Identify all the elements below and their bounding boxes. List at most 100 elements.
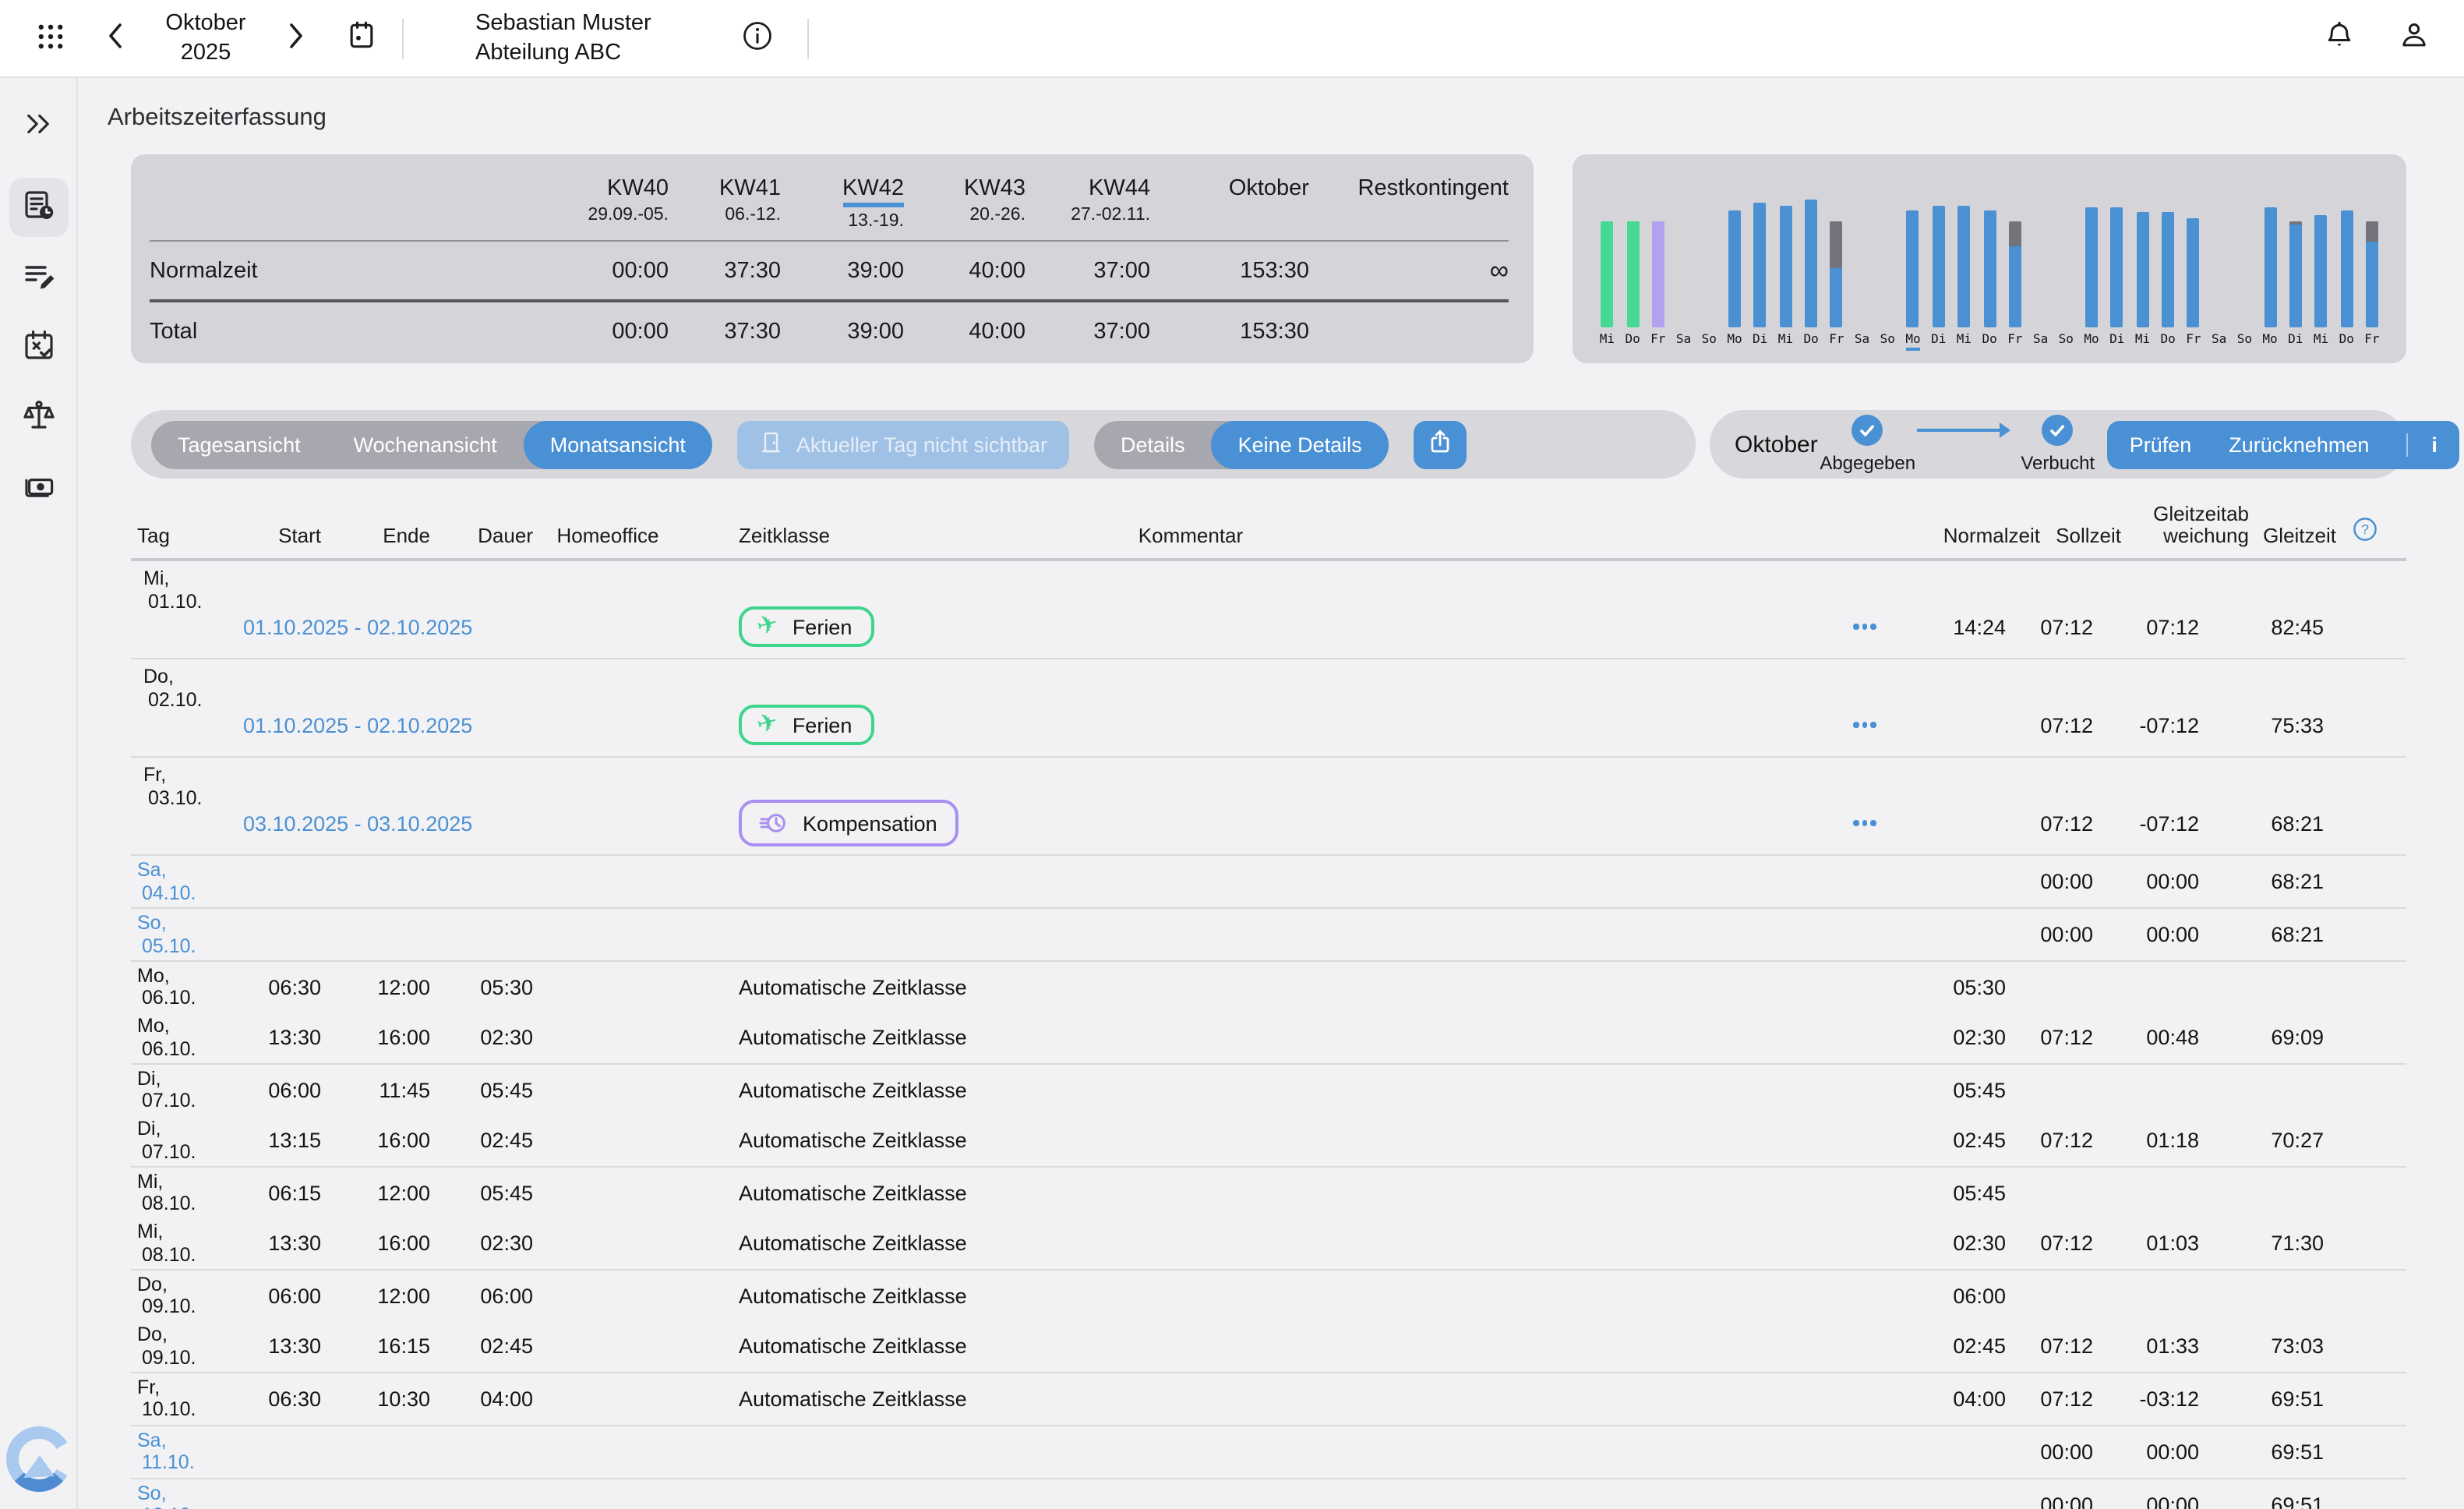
- summary-row-Normalzeit: Normalzeit00:0037:3039:0040:0037:00153:3…: [150, 243, 1509, 298]
- cell-ende: 10:30: [330, 1387, 439, 1411]
- chart-bar: [2111, 207, 2123, 327]
- cell-soll: 07:12: [2040, 615, 2121, 638]
- summary-col-KW41[interactable]: KW41 06.-12.: [669, 176, 781, 224]
- cell-abw: 07:12: [2121, 615, 2249, 638]
- row-menu-button[interactable]: [1852, 821, 1900, 826]
- time-entry-row: Di,07.10. 13:15 16:00 02:45 Automatische…: [131, 1115, 2406, 1166]
- summary-col-Restkontingent[interactable]: Restkontingent: [1309, 176, 1509, 201]
- summary-col-KW43[interactable]: KW43 20.-26.: [904, 176, 1025, 224]
- chart-day-label: Do: [1620, 332, 1646, 351]
- notifications-button[interactable]: [2314, 12, 2364, 65]
- day-label: Mi,08.10.: [131, 1221, 240, 1267]
- sidebar-item-timesheet-clock[interactable]: [9, 178, 68, 237]
- zuruecknehmen-button[interactable]: Zurücknehmen: [2229, 433, 2369, 456]
- sidebar-item-balance-scale[interactable]: [9, 388, 68, 447]
- cell-norm: 04:00: [1900, 1387, 2040, 1411]
- chart-day-slot: [2282, 196, 2308, 327]
- gleitzeit-help-button[interactable]: ?: [2352, 516, 2378, 547]
- sidebar-item-edit-entries[interactable]: [9, 248, 68, 307]
- badge-label: Ferien: [793, 713, 853, 737]
- cell-ende: 12:00: [330, 976, 439, 999]
- chart-day-slot: [1901, 196, 1926, 327]
- summary-col-KW42[interactable]: KW42 13.-19.: [781, 176, 904, 231]
- cell-gz: 73:03: [2249, 1335, 2336, 1359]
- current-day-button[interactable]: Aktueller Tag nicht sichtbar: [737, 420, 1069, 468]
- table-row: Do,09.10. 06:00 12:00 06:00 Automatische…: [131, 1270, 2406, 1373]
- chart-day-label: Fr: [2003, 332, 2028, 351]
- cell-gz: 82:45: [2249, 615, 2336, 638]
- cell-dauer: 02:45: [439, 1129, 542, 1153]
- apps-grid-button[interactable]: [25, 12, 75, 65]
- summary-col-KW40[interactable]: KW40 29.09.-05.: [547, 176, 669, 224]
- chart-bar: [2136, 212, 2148, 328]
- bar-chart: [1594, 196, 2385, 327]
- account-button[interactable]: [2389, 12, 2439, 65]
- cell-norm: 02:30: [1900, 1232, 2040, 1256]
- summary-col-Oktober[interactable]: Oktober: [1150, 176, 1309, 201]
- row-menu-button[interactable]: [1852, 723, 1900, 728]
- cell-norm: 05:45: [1900, 1079, 2040, 1102]
- cell-ende: 12:00: [330, 1182, 439, 1205]
- sidebar-item-calendar-absence[interactable]: [9, 318, 68, 377]
- cell-dauer: 02:45: [439, 1335, 542, 1359]
- row-menu-button[interactable]: [1852, 624, 1900, 630]
- chart-bar: [1983, 210, 1996, 327]
- summary-value: 00:00: [547, 319, 669, 344]
- chart-bar: [1754, 203, 1767, 327]
- export-button[interactable]: [1414, 420, 1467, 468]
- user-info-button[interactable]: [732, 12, 782, 65]
- day-label: Fr,10.10.: [131, 1376, 240, 1422]
- cell-norm: 14:24: [1900, 615, 2040, 638]
- absence-badge-ferien[interactable]: ✈Ferien: [739, 606, 874, 647]
- summary-col-KW44[interactable]: KW44 27.-02.11.: [1025, 176, 1150, 224]
- user-info: Sebastian Muster Abteilung ABC: [475, 9, 651, 68]
- view-option-tagesansicht[interactable]: Tagesansicht: [151, 420, 327, 468]
- absence-badge-kompensation[interactable]: Kompensation: [739, 800, 959, 846]
- summary-value: 39:00: [781, 319, 904, 344]
- chart-bar: [1626, 222, 1639, 327]
- cell-dauer: 05:45: [439, 1079, 542, 1102]
- sidebar-item-expand-double-chevron[interactable]: [9, 97, 68, 156]
- col-header-zeitklasse: Zeitklasse: [739, 524, 1050, 547]
- table-row: Fr,03.10. 03.10.2025 - 03.10.2025 Kompen…: [131, 758, 2406, 856]
- chart-day-slot: [2334, 196, 2360, 327]
- chart-day-slot: [2257, 196, 2283, 327]
- cell-zeitklasse: Automatische Zeitklasse: [739, 1079, 1050, 1102]
- app-window: Oktober 2025 Sebastian Muster Abteilung …: [0, 0, 2464, 1509]
- previous-month-button[interactable]: [90, 12, 140, 65]
- view-option-monatsansicht[interactable]: Monatsansicht: [524, 420, 712, 468]
- calendar-today-button[interactable]: [337, 12, 387, 65]
- details-option-details[interactable]: Details: [1094, 420, 1212, 468]
- view-option-wochenansicht[interactable]: Wochenansicht: [327, 420, 524, 468]
- cell-zeitklasse: Automatische Zeitklasse: [739, 976, 1050, 999]
- details-segmented-control: DetailsKeine Details: [1094, 420, 1389, 468]
- absence-range-link[interactable]: 03.10.2025 - 03.10.2025: [240, 811, 739, 835]
- absence-badge-ferien[interactable]: ✈Ferien: [739, 705, 874, 745]
- cell-abw: 00:00: [2121, 923, 2249, 946]
- cell-zeitklasse: Automatische Zeitklasse: [739, 1387, 1050, 1411]
- user-name: Sebastian Muster: [475, 9, 651, 38]
- cell-soll: 07:12: [2040, 1027, 2121, 1050]
- col-header-ende: Ende: [330, 524, 439, 547]
- absence-range-link[interactable]: 01.10.2025 - 02.10.2025: [240, 615, 739, 638]
- table-row: Di,07.10. 06:00 11:45 05:45 Automatische…: [131, 1065, 2406, 1168]
- sidebar-item-payroll-money[interactable]: [9, 458, 68, 518]
- chart-bar-value-segment: [1830, 269, 1843, 327]
- chart-day-slot: [1620, 196, 1646, 327]
- chart-bar: [2162, 212, 2174, 328]
- chart-bar-value-segment: [1626, 222, 1639, 327]
- chart-bar-value-segment: [1754, 203, 1767, 327]
- next-month-button[interactable]: [271, 12, 321, 65]
- chart-bar-missing-segment: [1830, 222, 1843, 269]
- pruefen-button[interactable]: Prüfen: [2130, 433, 2192, 456]
- chart-day-slot: [1594, 196, 1620, 327]
- chart-day-label: Mi: [1594, 332, 1620, 351]
- chart-day-label: So: [1696, 332, 1722, 351]
- page-title: Arbeitszeiterfassung: [108, 104, 2406, 133]
- details-option-keine-details[interactable]: Keine Details: [1212, 420, 1389, 468]
- person-icon: [2397, 19, 2431, 58]
- chart-bar: [2187, 219, 2200, 327]
- absence-range-link[interactable]: 01.10.2025 - 02.10.2025: [240, 713, 739, 737]
- chart-day-label: Fr: [1823, 332, 1849, 351]
- actions-info-button[interactable]: i: [2406, 433, 2438, 456]
